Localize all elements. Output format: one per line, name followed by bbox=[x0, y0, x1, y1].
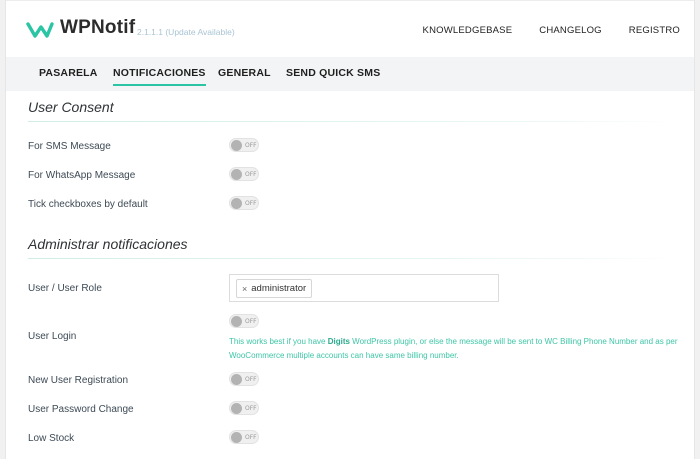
toggle-knob bbox=[231, 198, 242, 209]
toggle-knob bbox=[231, 432, 242, 443]
selected-role-label: administrator bbox=[251, 283, 307, 294]
toggle-knob bbox=[231, 169, 242, 180]
low-stock-toggle[interactable]: OFF bbox=[229, 430, 259, 444]
wpnotif-logo-icon bbox=[26, 22, 54, 38]
top-nav: KNOWLEDGEBASE CHANGELOG REGISTRO bbox=[423, 25, 680, 36]
toggle-knob bbox=[231, 316, 242, 327]
toggle-state: OFF bbox=[245, 317, 257, 325]
new-user-registration-toggle[interactable]: OFF bbox=[229, 372, 259, 386]
setting-label-low-stock: Low Stock bbox=[28, 433, 75, 444]
setting-label-user-role: User / User Role bbox=[28, 283, 102, 294]
setting-label-password-change: User Password Change bbox=[28, 404, 134, 415]
tab-general[interactable]: GENERAL bbox=[218, 67, 271, 79]
toggle-state: OFF bbox=[245, 375, 257, 383]
setting-label-new-user-registration: New User Registration bbox=[28, 375, 129, 386]
whatsapp-consent-toggle[interactable]: OFF bbox=[229, 167, 259, 181]
digits-plugin-name: Digits bbox=[327, 337, 350, 346]
toggle-knob bbox=[231, 403, 242, 414]
section-divider bbox=[28, 258, 680, 259]
toggle-state: OFF bbox=[245, 170, 257, 178]
toggle-knob bbox=[231, 140, 242, 151]
user-role-select[interactable]: × administrator bbox=[229, 274, 499, 302]
tab-bar: PASARELA NOTIFICACIONES GENERAL SEND QUI… bbox=[6, 57, 694, 91]
tab-send-quick-sms[interactable]: SEND QUICK SMS bbox=[286, 67, 380, 79]
toggle-state: OFF bbox=[245, 404, 257, 412]
password-change-toggle[interactable]: OFF bbox=[229, 401, 259, 415]
app-frame: WPNotif 2.1.1.1 (Update Available) KNOWL… bbox=[5, 0, 695, 459]
nav-knowledgebase-link[interactable]: KNOWLEDGEBASE bbox=[423, 25, 513, 36]
user-login-hint: This works best if you have Digits WordP… bbox=[229, 335, 694, 362]
user-login-toggle[interactable]: OFF bbox=[229, 314, 259, 328]
toggle-state: OFF bbox=[245, 199, 257, 207]
tab-pasarela[interactable]: PASARELA bbox=[39, 67, 98, 79]
tab-notificaciones[interactable]: NOTIFICACIONES bbox=[113, 67, 206, 86]
close-icon[interactable]: × bbox=[242, 284, 247, 294]
setting-label-user-login: User Login bbox=[28, 331, 77, 342]
toggle-state: OFF bbox=[245, 141, 257, 149]
nav-registro-link[interactable]: REGISTRO bbox=[629, 25, 680, 36]
tick-checkboxes-toggle[interactable]: OFF bbox=[229, 196, 259, 210]
version-text: 2.1.1.1 (Update Available) bbox=[137, 27, 235, 37]
nav-changelog-link[interactable]: CHANGELOG bbox=[539, 25, 602, 36]
toggle-knob bbox=[231, 374, 242, 385]
selected-role-tag: × administrator bbox=[236, 279, 313, 298]
setting-label-sms-consent: For SMS Message bbox=[28, 141, 111, 152]
setting-label-tick-checkboxes: Tick checkboxes by default bbox=[28, 199, 148, 210]
setting-label-whatsapp-consent: For WhatsApp Message bbox=[28, 170, 136, 181]
toggle-state: OFF bbox=[245, 433, 257, 441]
section-title-admin-notifications: Administrar notificaciones bbox=[28, 236, 188, 252]
hint-text-start: This works best if you have bbox=[229, 337, 328, 346]
brand-name: WPNotif bbox=[60, 17, 136, 38]
sms-consent-toggle[interactable]: OFF bbox=[229, 138, 259, 152]
top-header: WPNotif 2.1.1.1 (Update Available) KNOWL… bbox=[6, 0, 694, 57]
section-divider bbox=[28, 121, 680, 122]
section-title-user-consent: User Consent bbox=[28, 99, 114, 115]
